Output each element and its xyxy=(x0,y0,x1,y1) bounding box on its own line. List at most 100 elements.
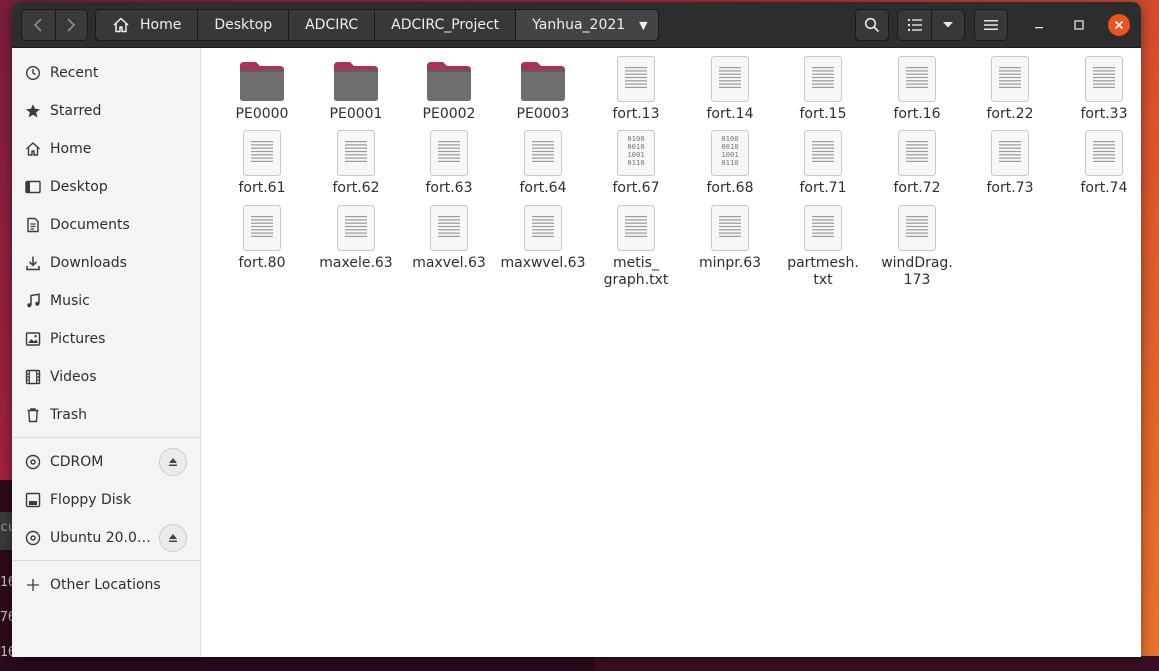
file-item[interactable]: maxele.63 xyxy=(311,205,401,272)
video-icon xyxy=(25,369,41,385)
search-button[interactable] xyxy=(855,9,889,41)
sidebar: Recent Starred Home Desktop Documents Downloa… xyxy=(12,48,201,657)
file-item[interactable]: fort.22 xyxy=(965,56,1055,123)
minimize-icon xyxy=(1035,27,1043,29)
file-name: partmesh. txt xyxy=(787,255,859,288)
sidebar-item-desktop[interactable]: Desktop xyxy=(12,168,201,206)
sidebar-item-floppy-disk[interactable]: Floppy Disk xyxy=(12,481,201,519)
file-name: fort.62 xyxy=(332,180,380,196)
maximize-icon xyxy=(1074,20,1084,30)
sidebar-item-label: Other Locations xyxy=(50,577,161,593)
svg-text:0110: 0110 xyxy=(721,158,738,167)
text-file-icon xyxy=(711,56,749,102)
file-name: fort.64 xyxy=(519,180,567,196)
file-name: maxwvel.63 xyxy=(500,255,586,271)
file-item[interactable]: metis_ graph.txt xyxy=(591,205,681,289)
sidebar-separator xyxy=(12,437,201,438)
sidebar-item-other-locations[interactable]: Other Locations xyxy=(12,566,201,604)
folder-item[interactable]: PE0000 xyxy=(217,56,307,123)
file-item[interactable]: fort.74 xyxy=(1059,130,1141,197)
sidebar-item-ubuntu-20-0[interactable]: Ubuntu 20.0… xyxy=(12,519,201,557)
chevron-left-icon xyxy=(34,18,42,32)
file-item[interactable]: windDrag. 173 xyxy=(872,205,962,289)
main-menu-button[interactable] xyxy=(974,9,1008,41)
file-name: fort.71 xyxy=(799,180,847,196)
file-name: fort.15 xyxy=(799,106,847,122)
sidebar-item-starred[interactable]: Starred xyxy=(12,92,201,130)
eject-button[interactable] xyxy=(159,524,187,552)
list-view-button[interactable] xyxy=(898,10,931,40)
search-icon xyxy=(864,17,880,33)
file-name: fort.22 xyxy=(986,106,1034,122)
file-item[interactable]: fort.13 xyxy=(591,56,681,123)
breadcrumb-adcirc[interactable]: ADCIRC xyxy=(289,10,376,40)
file-name: fort.67 xyxy=(612,180,660,196)
sidebar-item-trash[interactable]: Trash xyxy=(12,396,201,434)
file-name: fort.61 xyxy=(238,180,286,196)
file-item[interactable]: fort.61 xyxy=(217,130,307,197)
text-file-icon xyxy=(804,205,842,251)
back-button[interactable] xyxy=(22,10,55,40)
folder-icon xyxy=(426,60,472,102)
breadcrumb-home[interactable]: Home xyxy=(96,10,199,40)
file-item[interactable]: minpr.63 xyxy=(685,205,775,272)
binary-file-icon: 0100 0010 1001 0110 xyxy=(617,130,655,176)
sidebar-item-home[interactable]: Home xyxy=(12,130,201,168)
sidebar-item-label: Videos xyxy=(50,369,97,385)
breadcrumb-yanhua-2021[interactable]: Yanhua_2021 ▼ xyxy=(516,10,658,40)
file-item[interactable]: fort.72 xyxy=(872,130,962,197)
sidebar-item-downloads[interactable]: Downloads xyxy=(12,244,201,282)
sidebar-item-videos[interactable]: Videos xyxy=(12,358,201,396)
file-item[interactable]: fort.16 xyxy=(872,56,962,123)
navigation-buttons xyxy=(21,9,88,41)
forward-button[interactable] xyxy=(54,10,88,40)
sidebar-item-pictures[interactable]: Pictures xyxy=(12,320,201,358)
file-item[interactable]: fort.62 xyxy=(311,130,401,197)
file-item[interactable]: fort.73 xyxy=(965,130,1055,197)
breadcrumb-label: Home xyxy=(140,17,182,33)
view-options-button[interactable] xyxy=(931,10,964,40)
breadcrumb-adcirc-project[interactable]: ADCIRC_Project xyxy=(375,10,517,40)
file-item[interactable]: 0100 0010 1001 0110 fort.67 xyxy=(591,130,681,197)
file-name: fort.73 xyxy=(986,180,1034,196)
headerbar: Home Desktop ADCIRC ADCIRC_Project Yanhu… xyxy=(12,2,1141,48)
sidebar-item-recent[interactable]: Recent xyxy=(12,54,201,92)
file-item[interactable]: partmesh. txt xyxy=(778,205,868,289)
home-icon xyxy=(113,17,129,33)
folder-item[interactable]: PE0002 xyxy=(404,56,494,123)
sidebar-separator xyxy=(12,560,201,561)
sidebar-item-label: Floppy Disk xyxy=(50,492,132,508)
sidebar-item-music[interactable]: Music xyxy=(12,282,201,320)
file-item[interactable]: maxwvel.63 xyxy=(498,205,588,272)
folder-item[interactable]: PE0003 xyxy=(498,56,588,123)
sidebar-item-label: Music xyxy=(50,293,90,309)
text-file-icon xyxy=(898,205,936,251)
file-item[interactable]: fort.80 xyxy=(217,205,307,272)
file-item[interactable]: fort.71 xyxy=(778,130,868,197)
sidebar-item-documents[interactable]: Documents xyxy=(12,206,201,244)
text-file-icon xyxy=(524,130,562,176)
text-file-icon xyxy=(1085,130,1123,176)
maximize-button[interactable] xyxy=(1068,14,1090,36)
file-item[interactable]: fort.64 xyxy=(498,130,588,197)
sidebar-item-label: Starred xyxy=(50,103,102,119)
eject-button[interactable] xyxy=(159,448,187,476)
file-item[interactable]: fort.33 xyxy=(1059,56,1141,123)
desktop-icon xyxy=(25,179,41,195)
file-name: fort.80 xyxy=(238,255,286,271)
breadcrumb-label: Yanhua_2021 xyxy=(532,17,626,33)
hamburger-menu-icon xyxy=(984,20,998,30)
list-view-icon xyxy=(907,19,922,31)
star-icon xyxy=(25,103,41,119)
close-button[interactable] xyxy=(1108,14,1130,36)
file-item[interactable]: fort.15 xyxy=(778,56,868,123)
file-item[interactable]: fort.14 xyxy=(685,56,775,123)
file-item[interactable]: 0100 0010 1001 0110 fort.68 xyxy=(685,130,775,197)
sidebar-item-cdrom[interactable]: CDROM xyxy=(12,443,201,481)
breadcrumb-desktop[interactable]: Desktop xyxy=(198,10,290,40)
file-item[interactable]: maxvel.63 xyxy=(404,205,494,272)
minimize-button[interactable] xyxy=(1028,14,1050,36)
folder-item[interactable]: PE0001 xyxy=(311,56,401,123)
sidebar-item-label: Ubuntu 20.0… xyxy=(50,530,151,546)
file-item[interactable]: fort.63 xyxy=(404,130,494,197)
